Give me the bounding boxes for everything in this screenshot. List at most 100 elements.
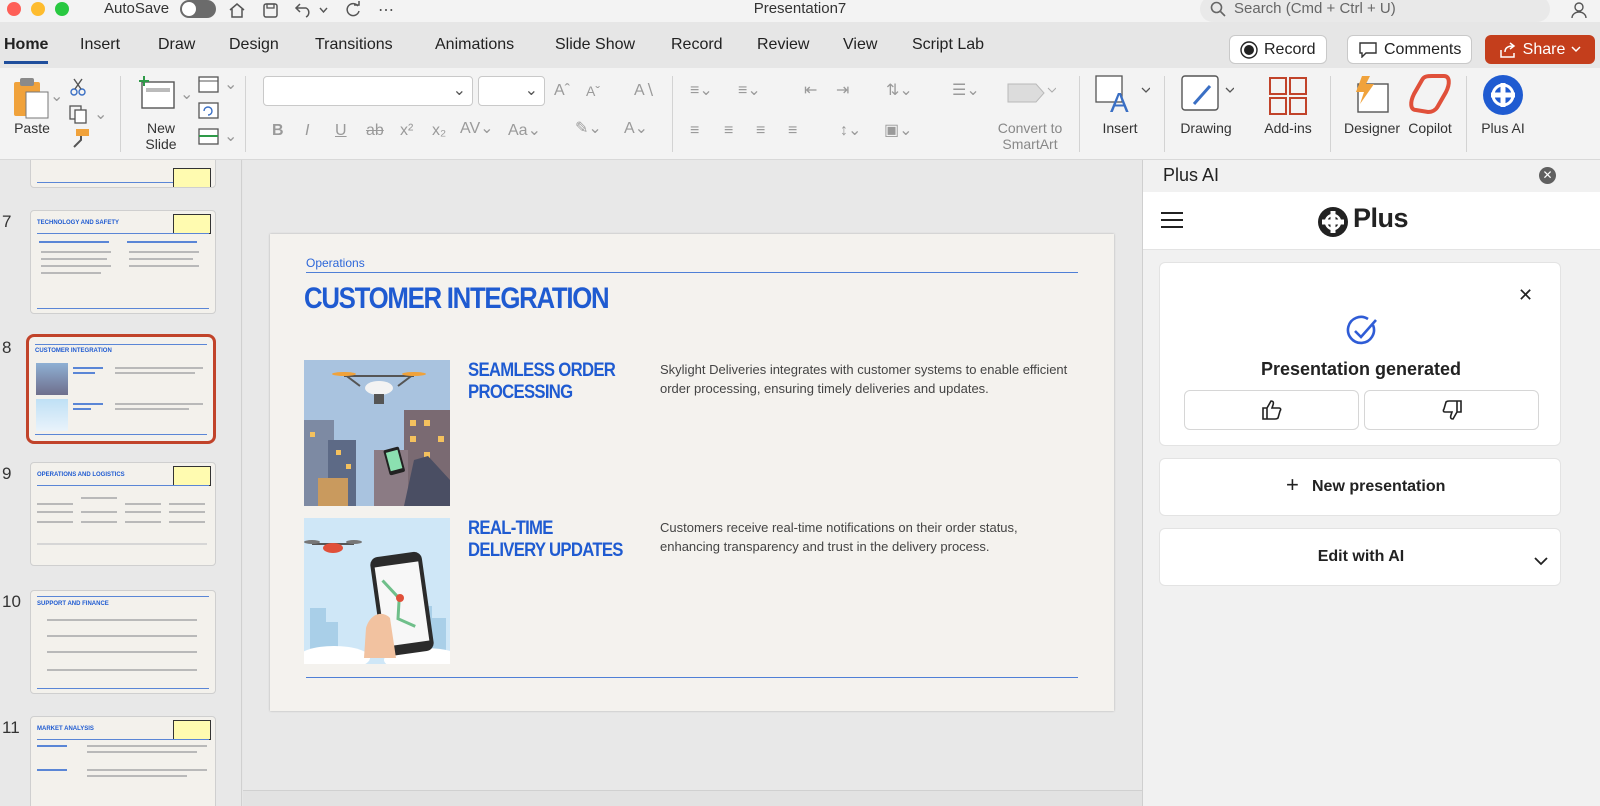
- new-presentation-button[interactable]: + New presentation: [1159, 458, 1561, 516]
- highlight-icon[interactable]: ✎⌄: [575, 120, 602, 138]
- align-text-icon[interactable]: ▣⌄: [884, 122, 913, 140]
- horizontal-scrollbar[interactable]: [243, 790, 1143, 806]
- section-icon[interactable]: [198, 128, 220, 151]
- undo-dropdown-icon[interactable]: [316, 0, 330, 20]
- format-painter-icon[interactable]: [70, 128, 90, 153]
- new-slide-dropdown-icon[interactable]: ⌄: [180, 86, 193, 104]
- strikethrough-icon[interactable]: ab: [366, 122, 384, 140]
- font-color-icon[interactable]: A⌄: [624, 120, 648, 138]
- share-button[interactable]: Share: [1485, 35, 1595, 64]
- record-button[interactable]: Record: [1229, 35, 1327, 64]
- thumbs-down-button[interactable]: [1364, 390, 1539, 430]
- slide-thumbnail-7[interactable]: TECHNOLOGY AND SAFETY: [30, 210, 216, 314]
- edit-with-ai-button[interactable]: Edit with AI: [1159, 528, 1561, 586]
- bullets-icon[interactable]: ≡⌄: [690, 82, 713, 100]
- justify-icon[interactable]: ≡: [788, 122, 797, 140]
- decrease-indent-icon[interactable]: ⇤: [804, 82, 817, 100]
- slide-thumbnail-8-selected[interactable]: CUSTOMER INTEGRATION: [26, 334, 216, 444]
- paste-icon[interactable]: [10, 76, 50, 125]
- autosave-toggle[interactable]: [180, 0, 216, 18]
- tab-transitions[interactable]: Transitions: [315, 36, 393, 54]
- search-input[interactable]: Search (Cmd + Ctrl + U): [1200, 0, 1550, 22]
- plus-ai-icon[interactable]: [1482, 74, 1524, 121]
- tab-slide-show[interactable]: Slide Show: [555, 36, 635, 54]
- slide-thumbnail-6[interactable]: [30, 160, 216, 188]
- font-family-select[interactable]: ⌄: [263, 76, 473, 106]
- underline-icon[interactable]: U: [335, 122, 347, 140]
- clear-formatting-icon[interactable]: A∖: [634, 82, 655, 100]
- line-spacing-icon[interactable]: ⇅⌄: [886, 82, 913, 100]
- designer-icon[interactable]: [1352, 74, 1392, 121]
- comments-button[interactable]: Comments: [1347, 35, 1473, 64]
- save-icon[interactable]: [259, 0, 281, 20]
- change-case-icon[interactable]: Aa⌄: [508, 122, 541, 140]
- copy-dropdown-icon[interactable]: ⌄: [94, 106, 107, 124]
- tab-record[interactable]: Record: [671, 36, 723, 54]
- copy-icon[interactable]: [68, 104, 88, 129]
- increase-indent-icon[interactable]: ⇥: [836, 82, 849, 100]
- item-2-body[interactable]: Customers receive real-time notification…: [660, 518, 1070, 556]
- drawing-icon[interactable]: [1180, 74, 1235, 121]
- subscript-icon[interactable]: x₂: [432, 122, 446, 140]
- thumb-text: [87, 745, 207, 747]
- account-icon[interactable]: [1568, 0, 1590, 20]
- superscript-icon[interactable]: x²: [400, 122, 413, 140]
- slide-thumbnail-9[interactable]: OPERATIONS AND LOGISTICS: [30, 462, 216, 566]
- align-center-icon[interactable]: ≡: [724, 122, 733, 140]
- columns-icon[interactable]: ☰⌄: [952, 82, 980, 100]
- slide-thumbnail-10[interactable]: SUPPORT AND FINANCE: [30, 590, 216, 694]
- paste-dropdown-icon[interactable]: ⌄: [50, 88, 63, 106]
- insert-shapes-icon[interactable]: A: [1094, 74, 1151, 121]
- new-slide-icon[interactable]: [138, 76, 176, 117]
- text-direction-icon[interactable]: ↕⌄: [840, 122, 861, 140]
- character-spacing-icon[interactable]: AV⌄: [460, 120, 494, 138]
- bold-icon[interactable]: B: [272, 122, 284, 140]
- tab-script-lab[interactable]: Script Lab: [912, 36, 984, 54]
- add-ins-icon[interactable]: [1268, 76, 1308, 121]
- slide-title[interactable]: CUSTOMER INTEGRATION: [304, 282, 610, 316]
- numbering-icon[interactable]: ≡⌄: [738, 82, 761, 100]
- align-left-icon[interactable]: ≡: [690, 122, 699, 140]
- decrease-font-size-icon[interactable]: Aˇ: [586, 82, 600, 100]
- reset-icon[interactable]: [198, 102, 220, 125]
- drone-city-image[interactable]: [304, 360, 450, 506]
- layout-icon[interactable]: [198, 76, 220, 99]
- smartart-icon[interactable]: [1004, 80, 1057, 111]
- thumb-text: [115, 408, 189, 410]
- section-dropdown-icon[interactable]: ⌄: [224, 128, 237, 146]
- tab-review[interactable]: Review: [757, 36, 809, 54]
- thumb-text: [129, 265, 199, 267]
- layout-dropdown-icon[interactable]: ⌄: [224, 76, 237, 94]
- home-icon[interactable]: [226, 0, 248, 20]
- tab-insert[interactable]: Insert: [80, 36, 120, 54]
- phone-tracking-image[interactable]: [304, 518, 450, 664]
- zoom-window-button[interactable]: [55, 2, 69, 16]
- tab-draw[interactable]: Draw: [158, 36, 195, 54]
- copilot-icon[interactable]: [1408, 74, 1452, 121]
- cut-icon[interactable]: [70, 78, 86, 101]
- item-1-body[interactable]: Skylight Deliveries integrates with cust…: [660, 360, 1070, 398]
- item-1-heading[interactable]: SEAMLESS ORDER PROCESSING: [468, 360, 626, 404]
- minimize-window-button[interactable]: [31, 2, 45, 16]
- align-right-icon[interactable]: ≡: [756, 122, 765, 140]
- thumbs-up-button[interactable]: [1184, 390, 1359, 430]
- hamburger-menu-icon[interactable]: [1161, 212, 1183, 233]
- item-2-heading[interactable]: REAL-TIME DELIVERY UPDATES: [468, 518, 626, 562]
- more-options-icon[interactable]: ⋯: [375, 0, 397, 20]
- tab-home[interactable]: Home: [4, 36, 49, 64]
- undo-icon[interactable]: [292, 0, 314, 20]
- slide-thumbnail-11[interactable]: MARKET ANALYSIS: [30, 716, 216, 806]
- italic-icon[interactable]: I: [305, 122, 309, 140]
- close-panel-button[interactable]: ✕: [1539, 167, 1556, 184]
- font-size-select[interactable]: ⌄: [478, 76, 545, 106]
- tab-view[interactable]: View: [843, 36, 877, 54]
- slide-bottom-rule: [306, 677, 1078, 678]
- close-window-button[interactable]: [7, 2, 21, 16]
- tab-design[interactable]: Design: [229, 36, 279, 54]
- redo-icon[interactable]: [342, 0, 364, 20]
- tab-animations[interactable]: Animations: [435, 36, 514, 54]
- increase-font-size-icon[interactable]: Aˆ: [554, 82, 570, 100]
- slide-section-label[interactable]: Operations: [306, 256, 365, 270]
- slide-8[interactable]: Operations CUSTOMER INTEGRATION SEAMLESS…: [270, 234, 1114, 711]
- dismiss-card-icon[interactable]: ✕: [1518, 285, 1533, 306]
